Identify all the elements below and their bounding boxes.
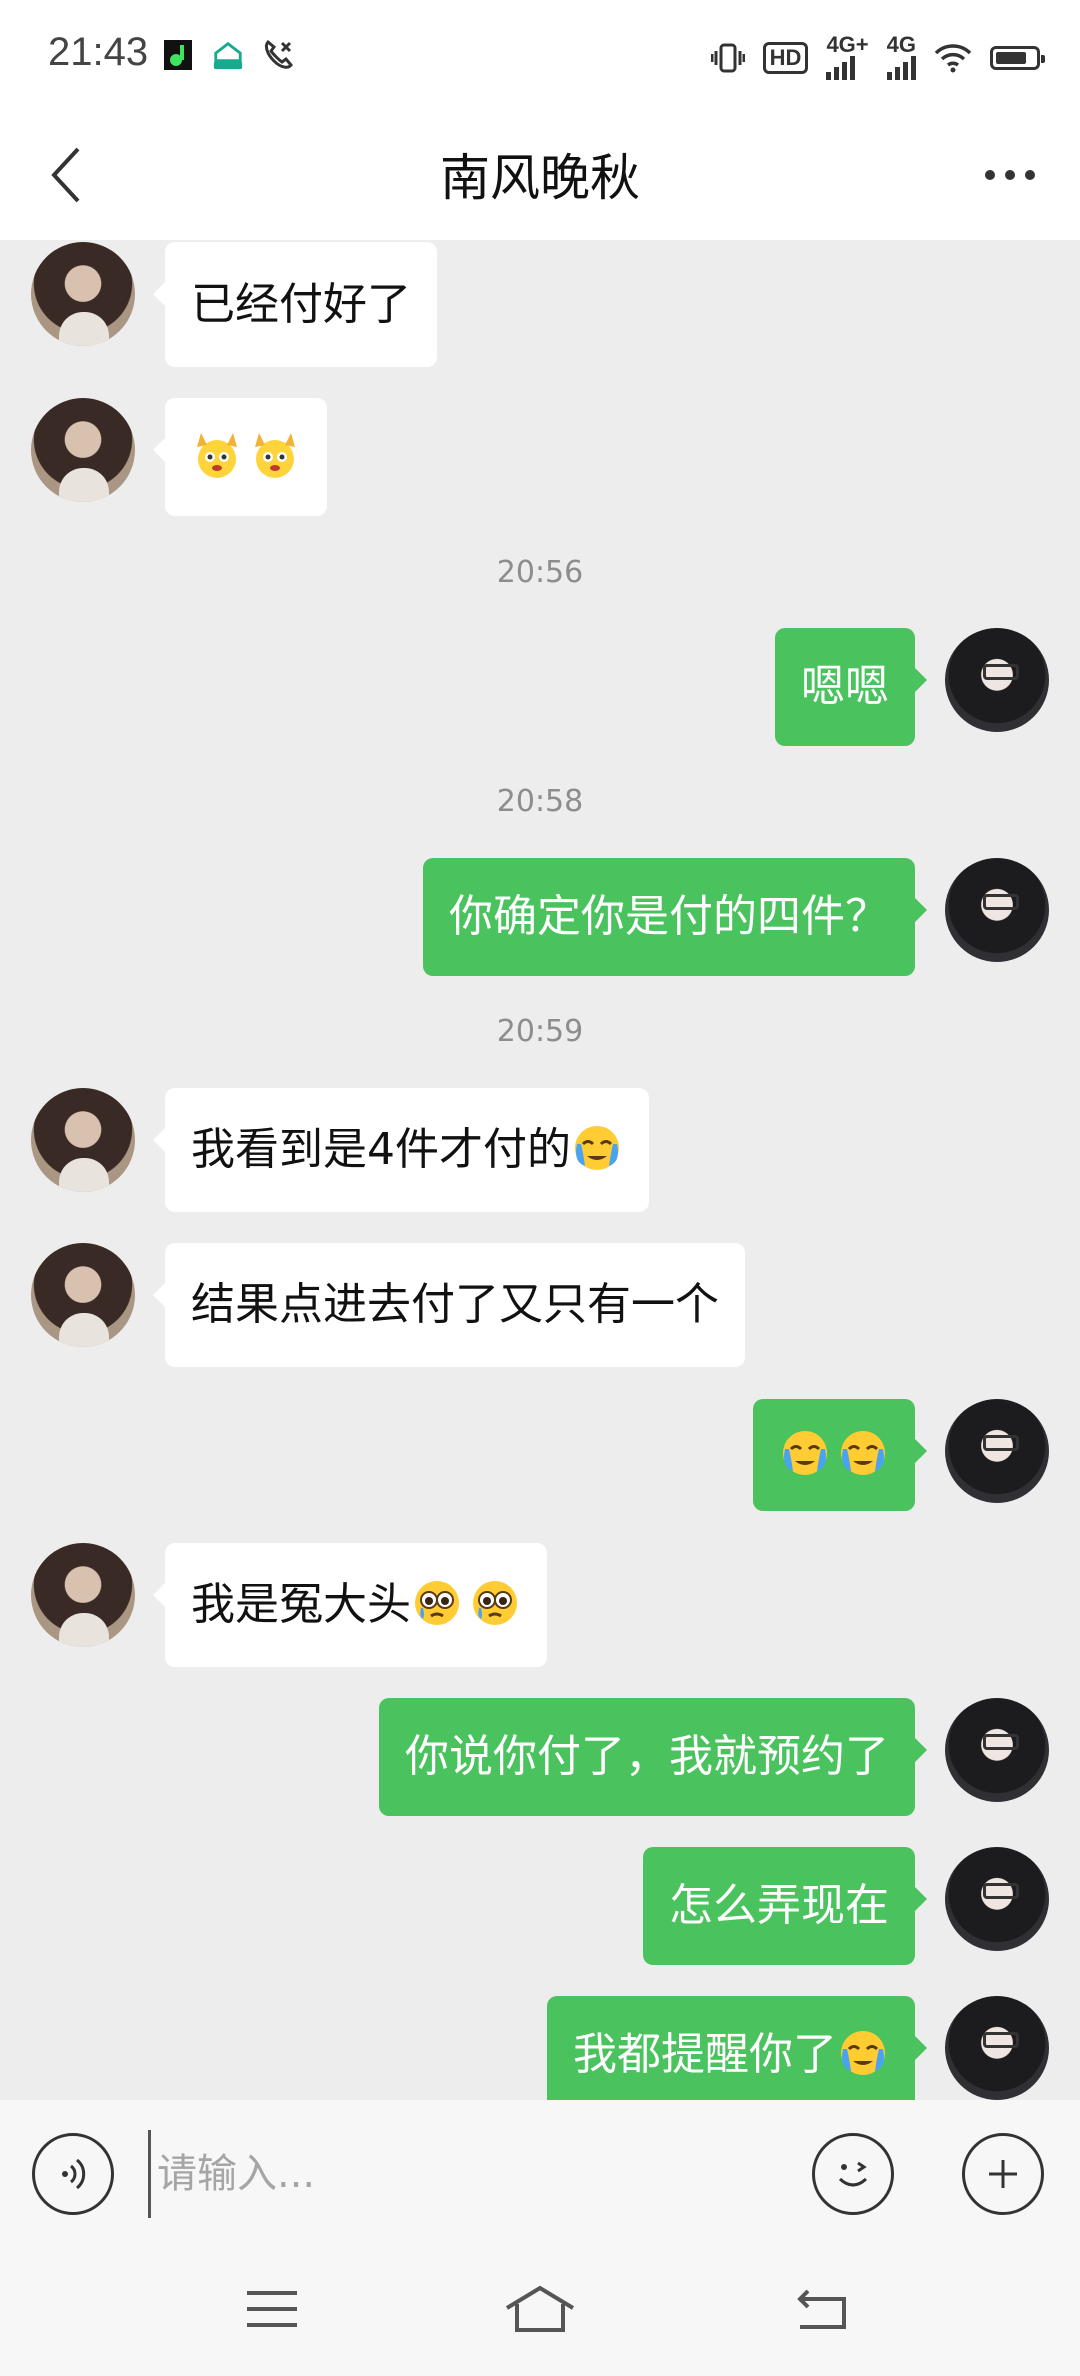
home-button[interactable] [500,2274,580,2344]
smiley-icon [838,2161,868,2187]
crying-emoji-icon [783,1431,827,1475]
crying-emoji-icon [575,1126,619,1170]
status-right: HD 4G+ 4G [710,32,1045,80]
contact-avatar[interactable] [31,1088,135,1192]
message-text: 怎么弄现在 [669,1880,889,1931]
vpn-home-icon [212,38,244,72]
hands-up-emoji-icon [255,433,295,478]
message-bubble[interactable]: 已经付好了 [153,242,437,367]
message-bubble[interactable]: 你说你付了，我就预约了 [379,1698,927,1816]
input-bar [0,2100,1080,2250]
more-button[interactable] [970,140,1050,210]
my-avatar[interactable] [945,628,1049,732]
contact-avatar[interactable] [31,242,135,346]
signal-2-label: 4G [886,32,916,57]
contact-avatar[interactable] [31,1543,135,1647]
contact-avatar[interactable] [31,1243,135,1347]
plus-icon [989,2160,1017,2188]
more-options-button[interactable] [962,2133,1044,2215]
message-text: 已经付好了 [191,279,411,330]
contact-avatar[interactable] [31,398,135,502]
signal-1-label: 4G+ [826,32,869,57]
message-text: 你说你付了，我就预约了 [405,1731,889,1782]
my-avatar[interactable] [945,1847,1049,1951]
teary-emoji-icon [473,1581,517,1625]
voice-button[interactable] [32,2133,114,2215]
message-text: 你确定你是付的四件？ [449,891,889,942]
crying-emoji-icon [841,1431,885,1475]
message-bubble[interactable]: 嗯嗯 [775,628,927,746]
music-app-icon [162,38,194,72]
timestamp: 20:56 [496,555,584,590]
hd-badge: HD [762,42,809,74]
chat-title: 南风晚秋 [440,149,640,207]
notification-icons [162,38,294,72]
message-bubble[interactable]: 我都提醒你了 [547,1996,927,2100]
message-bubble[interactable]: 结果点进去付了又只有一个 [153,1243,745,1367]
message-bubble[interactable]: 你确定你是付的四件？ [423,858,927,976]
timestamp: 20:58 [496,784,584,819]
battery-icon [990,46,1045,70]
message-bubble[interactable]: 我是冤大头 [153,1543,547,1667]
system-back-button[interactable] [782,2274,862,2344]
emoji-button[interactable] [812,2133,894,2215]
signal-2-bars-icon [886,54,916,80]
message-bubble[interactable] [153,398,327,516]
message-bubble[interactable] [753,1399,927,1511]
signal-2: 4G [886,32,916,80]
crying-emoji-icon [841,2031,885,2075]
vibrate-icon [710,43,745,73]
chat-header: 南风晚秋 [0,110,1080,240]
wifi-icon [934,44,972,73]
hands-up-emoji-icon [197,433,237,478]
signal-1: 4G+ [826,32,869,80]
message-text: 我看到是4件才付的 [191,1124,571,1175]
voice-icon [62,2158,86,2190]
message-text: 嗯嗯 [801,661,889,712]
status-time: 21:43 [48,30,149,74]
message-text: 我是冤大头 [191,1579,411,1630]
back-arrow-icon [797,2289,846,2329]
my-avatar[interactable] [945,1399,1049,1503]
message-text: 结果点进去付了又只有一个 [191,1279,719,1330]
message-text: 我都提醒你了 [573,2029,837,2080]
message-bubble[interactable]: 我看到是4件才付的 [153,1088,649,1212]
message-bubble[interactable]: 怎么弄现在 [643,1847,927,1965]
message-input[interactable] [148,2130,788,2218]
home-icon [505,2285,575,2332]
teary-emoji-icon [415,1581,459,1625]
call-icon [262,38,294,72]
my-avatar[interactable] [945,1698,1049,1802]
my-avatar[interactable] [945,858,1049,962]
message-list[interactable]: 已经付好了 20:56 嗯嗯 20:58 你确定你是付的四件？ 20:59 我看… [0,240,1080,2100]
signal-1-bars-icon [826,54,856,80]
status-bar: 21:43 HD 4G+ 4G [0,0,1080,110]
my-avatar[interactable] [945,1996,1049,2100]
menu-button[interactable] [232,2274,312,2344]
menu-icon [247,2291,297,2327]
more-dots-icon [985,170,995,180]
navigation-bar [0,2250,1080,2376]
timestamp: 20:59 [496,1014,584,1049]
